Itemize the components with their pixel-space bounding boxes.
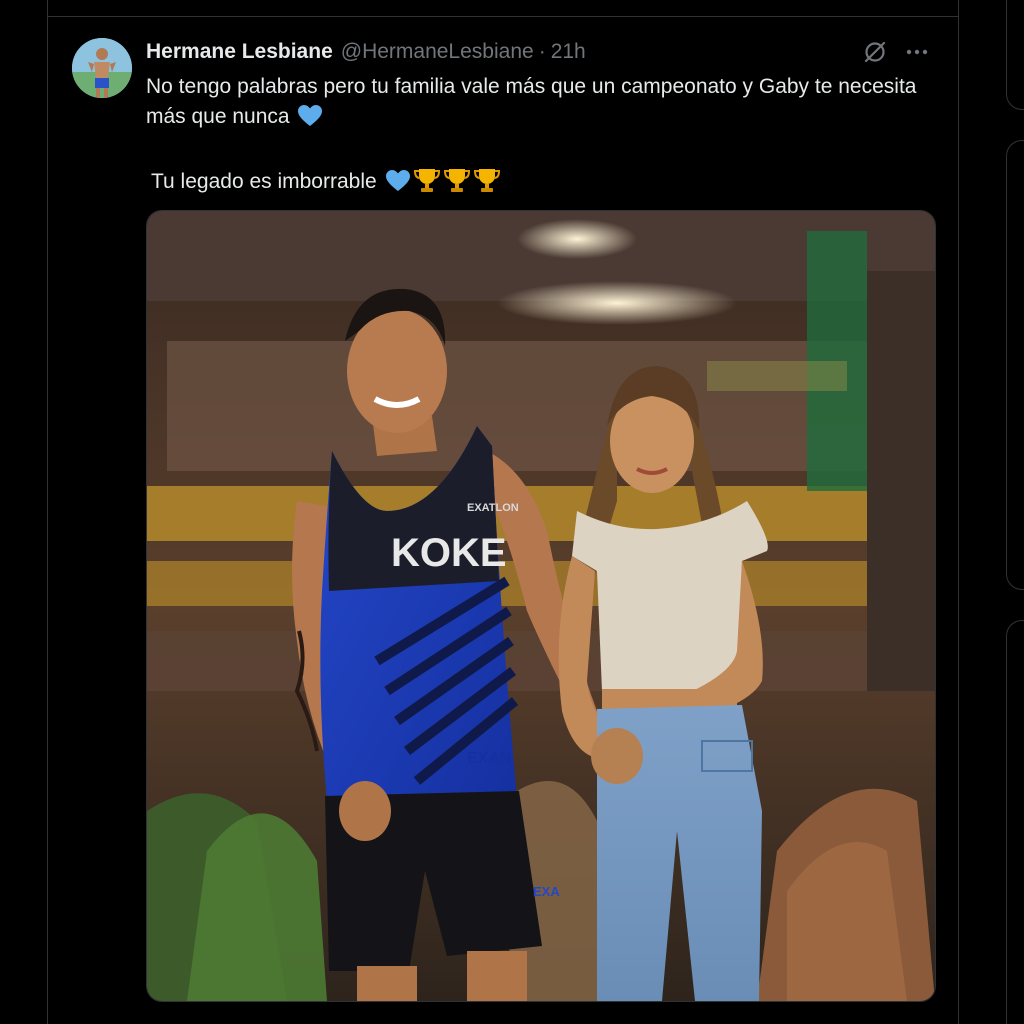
avatar-image — [72, 38, 132, 98]
separator-dot: · — [538, 40, 546, 63]
sidebar-card — [1006, 0, 1024, 110]
tweet-media-photo[interactable]: KOKE EXATLON EXAN EXA — [146, 210, 936, 1002]
tweet-text-line-1: No tengo palabras pero tu familia vale m… — [146, 75, 917, 128]
author-handle[interactable]: @HermaneLesbiane — [341, 40, 534, 64]
tweet-text-paragraph-2: Tu legado es imborrable — [146, 167, 936, 202]
tweet-header-actions — [862, 38, 930, 66]
tweet-text-line-2: Tu legado es imborrable — [151, 170, 377, 193]
tweet-timestamp[interactable]: 21h — [551, 40, 586, 64]
tweet-divider — [48, 16, 958, 17]
avatar[interactable] — [72, 38, 132, 98]
column-divider-right — [958, 0, 959, 1024]
jersey-side-text: EXAN — [467, 750, 511, 767]
photo-image: KOKE EXATLON EXAN EXA — [147, 211, 935, 1001]
column-divider-left — [47, 0, 48, 1024]
tweet-header: Hermane Lesbiane @HermaneLesbiane · 21h — [146, 38, 586, 66]
shorts-text: EXA — [533, 884, 560, 899]
author-display-name[interactable]: Hermane Lesbiane — [146, 40, 333, 64]
tweet-action-bar — [146, 1016, 926, 1024]
grok-icon[interactable] — [862, 39, 888, 65]
blue-heart-icon — [385, 169, 411, 202]
jersey-badge: EXATLON — [467, 502, 519, 514]
blue-heart-icon — [297, 104, 323, 137]
more-options-icon[interactable] — [904, 39, 930, 65]
trophy-icon — [413, 167, 441, 202]
trophy-icon — [473, 167, 501, 202]
tweet-text: No tengo palabras pero tu familia vale m… — [146, 72, 936, 202]
timeline-page: Hermane Lesbiane @HermaneLesbiane · 21h — [0, 0, 1024, 1024]
tweet-text-paragraph-1: No tengo palabras pero tu familia vale m… — [146, 72, 936, 137]
trophy-icon — [443, 167, 471, 202]
sidebar-card — [1006, 140, 1024, 590]
sidebar-card — [1006, 620, 1024, 1024]
jersey-text: KOKE — [391, 531, 507, 575]
